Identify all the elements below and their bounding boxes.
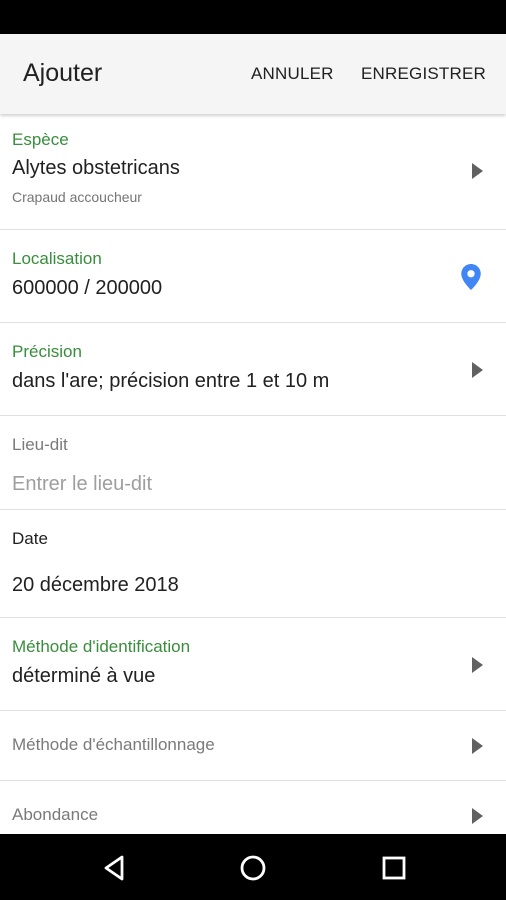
species-label: Espèce: [12, 130, 69, 149]
species-value: Alytes obstetricans: [12, 157, 180, 179]
back-icon[interactable]: [98, 852, 130, 884]
location-pin-icon[interactable]: [461, 264, 481, 290]
abundance-label: Abondance: [12, 805, 99, 824]
identification-method-label: Méthode d'identification: [12, 637, 191, 656]
save-button[interactable]: ENREGISTRER: [361, 64, 486, 84]
location-label: Localisation: [12, 249, 102, 268]
cancel-button[interactable]: ANNULER: [251, 64, 334, 84]
date-field[interactable]: Date 20 décembre 2018: [0, 510, 506, 618]
species-common-name: Crapaud accoucheur: [12, 189, 142, 205]
place-name-label: Lieu-dit: [12, 435, 68, 454]
identification-method-value: déterminé à vue: [12, 665, 156, 687]
sampling-method-label: Méthode d'échantillonnage: [12, 735, 215, 754]
precision-value: dans l'are; précision entre 1 et 10 m: [12, 370, 330, 392]
location-value: 600000 / 200000: [12, 277, 163, 299]
species-field[interactable]: Espèce Alytes obstetricans Crapaud accou…: [0, 114, 506, 230]
date-label: Date: [12, 529, 48, 548]
app-bar: Ajouter ANNULER ENREGISTRER: [0, 34, 506, 114]
precision-field[interactable]: Précision dans l'are; précision entre 1 …: [0, 323, 506, 416]
chevron-right-icon: [472, 657, 483, 673]
sampling-method-field[interactable]: Méthode d'échantillonnage: [0, 711, 506, 781]
chevron-right-icon: [472, 362, 483, 378]
recents-icon[interactable]: [378, 852, 410, 884]
chevron-right-icon: [472, 738, 483, 754]
status-bar: [0, 0, 506, 34]
identification-method-field[interactable]: Méthode d'identification déterminé à vue: [0, 618, 506, 711]
location-field[interactable]: Localisation 600000 / 200000: [0, 230, 506, 323]
chevron-right-icon: [472, 163, 483, 179]
place-name-field[interactable]: Lieu-dit Entrer le lieu-dit: [0, 416, 506, 510]
navigation-bar: [0, 834, 506, 900]
home-icon[interactable]: [237, 852, 269, 884]
page-title: Ajouter: [23, 59, 103, 87]
date-value[interactable]: 20 décembre 2018: [12, 574, 179, 597]
precision-label: Précision: [12, 342, 82, 361]
place-name-input[interactable]: Entrer le lieu-dit: [12, 473, 152, 496]
chevron-right-icon: [472, 808, 483, 824]
